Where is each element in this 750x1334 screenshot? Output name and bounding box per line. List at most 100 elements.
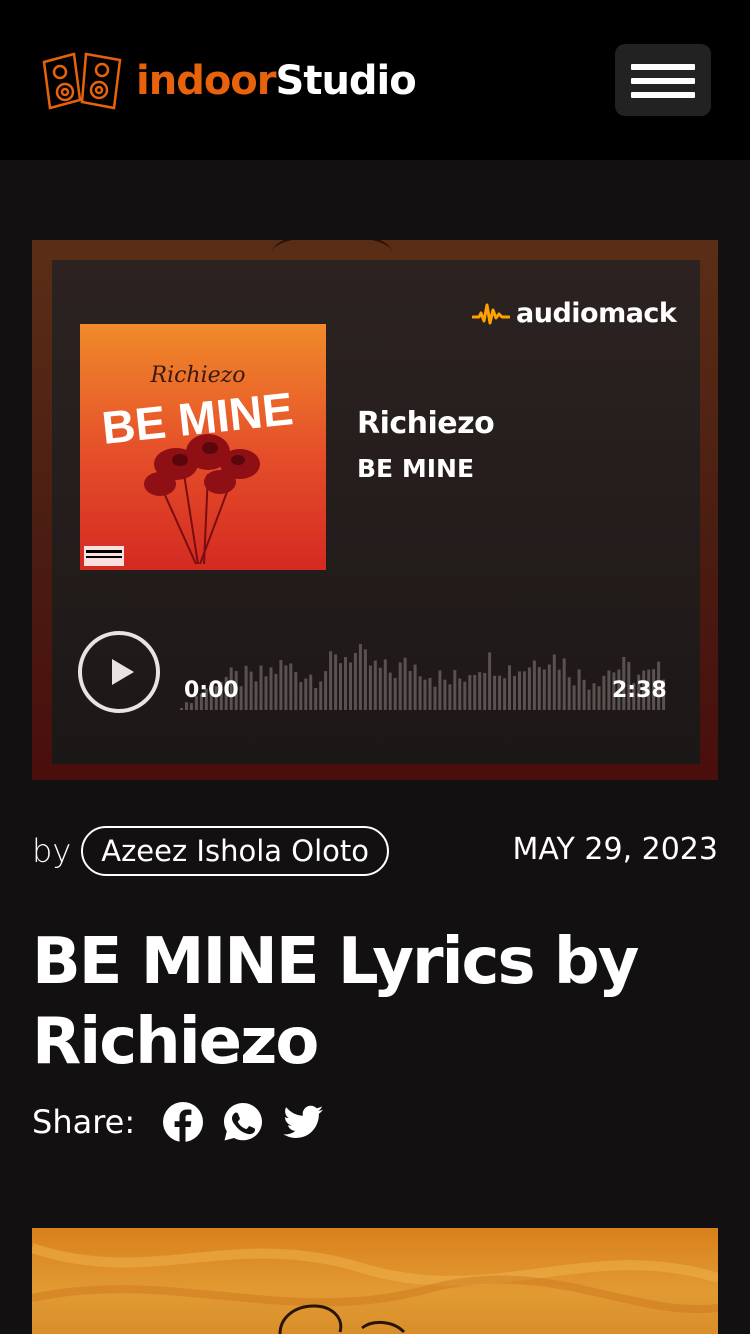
waveform-bar xyxy=(244,665,248,710)
waveform-bar xyxy=(388,672,392,710)
waveform-bar xyxy=(358,644,362,710)
waveform-bar xyxy=(493,675,497,710)
waveform-bar xyxy=(254,681,258,710)
waveform-bar xyxy=(180,708,183,710)
waveform-bar xyxy=(428,677,432,710)
waveform-bar xyxy=(413,664,417,710)
waveform-bar xyxy=(189,703,193,710)
waveform-bar xyxy=(478,672,482,710)
track-title[interactable]: BE MINE xyxy=(357,454,474,483)
play-button[interactable] xyxy=(78,631,160,713)
waveform-bar xyxy=(532,660,536,710)
waveform-bar xyxy=(349,662,352,710)
waveform-bar xyxy=(572,685,576,710)
waveform-bar xyxy=(542,669,546,710)
waveform-bar xyxy=(473,675,477,710)
twitter-icon[interactable] xyxy=(281,1100,325,1144)
waveform-bar xyxy=(294,672,298,710)
feature-image xyxy=(32,1228,718,1334)
waveform-bar xyxy=(468,675,472,710)
waveform-bar xyxy=(552,654,556,710)
logo-text-indoor: indoor xyxy=(136,58,277,104)
waveform-bar xyxy=(458,678,462,710)
waveform-bar xyxy=(373,660,377,710)
waveform-bar xyxy=(503,678,507,710)
author-link[interactable]: Azeez Ishola Oloto xyxy=(81,826,390,876)
waveform-bar xyxy=(299,682,303,710)
by-label: by xyxy=(32,832,72,870)
waveform-bar xyxy=(522,671,526,710)
waveform-bar xyxy=(324,671,328,710)
waveform-bar xyxy=(344,657,347,710)
waveform-bar xyxy=(284,665,288,710)
whatsapp-icon[interactable] xyxy=(221,1100,265,1144)
share-label: Share: xyxy=(32,1103,136,1141)
waveform-bar xyxy=(289,663,293,710)
audiomack-brand[interactable]: audiomack xyxy=(472,298,677,329)
waveform-bar xyxy=(363,649,367,710)
waveform-bar xyxy=(249,671,253,710)
site-header: indoorStudio xyxy=(0,0,750,160)
hamburger-icon xyxy=(631,64,695,70)
waveform-bar xyxy=(527,667,531,710)
waveform-bar xyxy=(547,664,551,710)
waveform-bar xyxy=(508,665,511,710)
waveform-bar xyxy=(557,669,561,710)
logo-text-studio: Studio xyxy=(275,58,417,104)
waveform-bar xyxy=(602,675,606,710)
waveform-bar xyxy=(418,676,422,710)
waveform-bar xyxy=(518,671,521,710)
waveform-bar xyxy=(239,686,243,710)
post-title: BE MINE Lyrics by Richiezo xyxy=(32,925,639,1079)
waveform-bar xyxy=(438,670,442,710)
waveform-bar xyxy=(185,702,188,710)
waveform-bar xyxy=(279,660,283,710)
audiomack-player: audiomack Richiezo BE MINE Richiezo BE M… xyxy=(52,260,700,764)
waveform-bar xyxy=(577,669,581,710)
waveform-bar xyxy=(264,676,268,710)
hamburger-icon-line xyxy=(631,92,695,98)
waveform-bar xyxy=(592,683,596,710)
waveform-bar xyxy=(378,667,382,710)
waveform-bar xyxy=(329,651,333,710)
waveform-bar xyxy=(304,678,308,710)
waveform-bar xyxy=(587,689,591,710)
waveform-bar xyxy=(607,670,611,710)
waveform-bar xyxy=(309,674,313,710)
speaker-logo-icon xyxy=(42,52,122,110)
waveform-bar xyxy=(334,654,338,710)
time-total: 2:38 xyxy=(612,678,667,703)
hamburger-icon-line xyxy=(631,78,695,84)
site-logo[interactable]: indoorStudio xyxy=(40,50,417,112)
waveform-scrubber[interactable] xyxy=(180,620,668,712)
waveform-bar xyxy=(319,681,323,710)
cover-art[interactable]: Richiezo BE MINE xyxy=(80,324,326,570)
waveform-bar xyxy=(383,659,387,710)
audio-embed: audiomack Richiezo BE MINE Richiezo BE M… xyxy=(32,240,718,780)
track-artist[interactable]: Richiezo xyxy=(357,406,495,441)
waveform-bar xyxy=(597,686,601,710)
waveform-bar xyxy=(274,673,278,710)
waveform-bar xyxy=(513,676,516,710)
waveform-bar xyxy=(403,657,407,710)
waveform-bar xyxy=(448,684,452,710)
waveform-bar xyxy=(398,662,402,710)
audiomack-label: audiomack xyxy=(516,298,677,329)
waveform-bar xyxy=(423,679,427,710)
waveform-bar xyxy=(498,675,502,710)
waveform-bar xyxy=(488,652,492,710)
waveform-bar xyxy=(567,677,571,710)
waveform-bar xyxy=(562,658,566,710)
waveform-bar xyxy=(368,665,372,710)
waveform-bar xyxy=(443,679,447,710)
waveform-bar xyxy=(483,673,487,710)
cover-art-image: Richiezo BE MINE xyxy=(80,324,326,570)
waveform-bar xyxy=(453,670,457,710)
play-icon xyxy=(112,659,134,685)
menu-button[interactable] xyxy=(615,44,711,116)
byline: by Azeez Ishola Oloto xyxy=(32,826,390,876)
waveform-bar xyxy=(314,688,318,710)
waveform-bar xyxy=(393,677,397,710)
waveform-bar xyxy=(269,667,273,710)
facebook-icon[interactable] xyxy=(161,1100,205,1144)
